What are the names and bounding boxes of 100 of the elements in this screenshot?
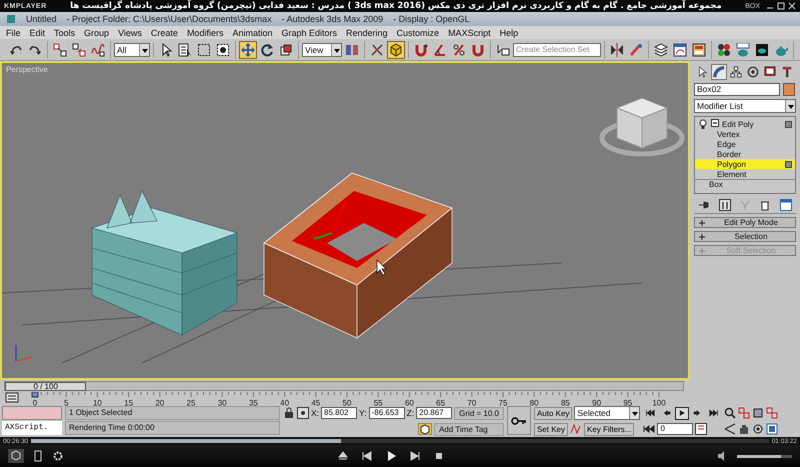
edit-selection-icon <box>496 42 510 56</box>
layers-icon <box>654 42 668 56</box>
modifier-list-dropdown[interactable]: Modifier List <box>694 99 796 113</box>
menu-item[interactable]: Graph Editors <box>281 28 338 38</box>
toolbar-dropdown[interactable]: All <box>114 42 150 56</box>
hierarchy-icon <box>730 66 742 78</box>
toggle-square-icon[interactable] <box>785 120 792 128</box>
orbit-icon <box>752 423 764 435</box>
key-filters-button[interactable]: Key Filters... <box>584 422 634 436</box>
menu-item[interactable]: MAXScript <box>448 28 491 38</box>
menu-item[interactable]: Customize <box>396 28 440 38</box>
toggle-square-icon[interactable] <box>785 160 792 168</box>
set-key-button[interactable] <box>506 406 531 435</box>
stack-item[interactable]: Box <box>695 179 795 189</box>
menu-item[interactable]: Edit <box>30 28 46 38</box>
add-time-tag[interactable]: Add Time Tag <box>434 422 504 436</box>
key-set-dropdown[interactable]: Selected <box>574 406 640 420</box>
transform-gizmo-drawing <box>314 201 348 240</box>
unlink-icon <box>72 42 86 56</box>
3d-mode-icon[interactable] <box>8 449 24 463</box>
plus-icon <box>698 218 706 226</box>
stack-item[interactable]: Edit Poly <box>695 119 795 129</box>
play-button[interactable] <box>675 406 690 420</box>
hierarchy-tab[interactable] <box>728 64 744 80</box>
sub-object-item[interactable]: Polygon <box>695 159 795 169</box>
current-frame-field[interactable]: 0 <box>657 423 694 435</box>
object-color-swatch[interactable] <box>783 83 795 96</box>
axis-label: Z: <box>406 408 414 418</box>
move-icon <box>241 42 255 56</box>
fork-icon <box>738 199 751 211</box>
rollout-header[interactable]: Edit Poly Mode <box>694 217 796 228</box>
lock-icon <box>283 407 295 419</box>
material-spheres-icon <box>717 42 731 56</box>
frame-number: 35 <box>248 398 258 406</box>
menu-item[interactable]: Create <box>150 28 178 38</box>
key-mode-icon <box>643 423 656 435</box>
seek-bar[interactable] <box>31 439 769 443</box>
menu-item[interactable]: Modifiers <box>186 28 224 38</box>
mirror-button[interactable] <box>608 40 626 58</box>
sub-object-item[interactable]: Element <box>695 169 795 179</box>
render-setup-button[interactable] <box>734 40 752 58</box>
configure-icon <box>780 199 792 211</box>
eject-icon <box>336 450 348 462</box>
document-title: Untitled <box>26 14 57 24</box>
rollout-header[interactable]: Selection <box>694 231 796 242</box>
menu-item[interactable]: Rendering <box>346 28 388 38</box>
frame-ruler[interactable]: 0 5 10 15 20 25 30 35 40 45 50 55 60 65 70 75 80 85 90 95 100 <box>0 392 800 406</box>
motion-tab[interactable] <box>745 64 761 80</box>
override-button[interactable] <box>387 40 405 58</box>
skip-start-icon <box>645 408 656 418</box>
toolbar-dropdown[interactable]: View <box>302 42 342 56</box>
bind-button[interactable] <box>89 40 107 58</box>
volume-slider[interactable] <box>737 454 792 458</box>
curve-button[interactable] <box>671 40 689 58</box>
rotate-icon <box>260 42 274 56</box>
frame-number: 10 <box>92 398 102 406</box>
maxscript-field[interactable]: AXScript. <box>2 421 62 435</box>
modify-tab[interactable] <box>711 64 727 80</box>
set-key-text-button[interactable]: Set Key <box>534 422 568 436</box>
menu-item[interactable]: Group <box>84 28 110 38</box>
cube-icon <box>389 42 403 56</box>
coordinate-field[interactable]: 20.867 <box>416 407 452 419</box>
pivot-icon <box>345 42 359 56</box>
go-start-button[interactable] <box>643 406 658 420</box>
pin-icon <box>698 199 710 211</box>
monitor-icon <box>764 66 776 78</box>
bent-tube-icon <box>713 66 725 78</box>
coordinate-field[interactable]: -86.653 <box>368 407 405 419</box>
time-slider[interactable]: 0 / 100 <box>5 382 86 390</box>
selection-set-field[interactable]: Create Selection Set <box>513 42 601 56</box>
manipulate-icon <box>370 42 384 56</box>
plus-icon <box>698 246 706 254</box>
light-bulb-icon <box>698 119 708 129</box>
frame-number: 75 <box>498 398 508 406</box>
sub-object-item[interactable]: Border <box>695 149 795 159</box>
unlink-button[interactable] <box>70 40 88 58</box>
link-button[interactable] <box>51 40 69 58</box>
display-mode: - Display : OpenGL <box>393 14 470 24</box>
menu-item[interactable]: File <box>6 28 21 38</box>
coordinate-field[interactable]: 85.802 <box>321 407 358 419</box>
sub-object-item[interactable]: Edge <box>695 139 795 149</box>
menu-item[interactable]: Help <box>500 28 518 38</box>
auto-key-button[interactable]: Auto Key <box>534 406 572 420</box>
sub-object-item[interactable]: Vertex <box>695 129 795 139</box>
time-slider-track[interactable]: 0 / 100 <box>4 381 684 391</box>
schematic-button[interactable] <box>690 40 708 58</box>
menu-item[interactable]: Views <box>118 28 142 38</box>
key-mode-curve-icon <box>570 423 582 435</box>
object-name-field[interactable]: Box02 <box>694 83 780 96</box>
menu-item[interactable]: Animation <box>232 28 272 38</box>
time-tag-icon <box>418 423 432 435</box>
move-button[interactable] <box>239 40 257 58</box>
mouse-cursor-icon <box>376 259 387 276</box>
frame-number: 85 <box>560 398 570 406</box>
layers-button[interactable] <box>652 40 670 58</box>
key-icon <box>510 414 527 426</box>
curve-editor-icon <box>673 42 687 56</box>
menu-item[interactable]: Tools <box>54 28 76 38</box>
dropdown-arrow-icon <box>786 102 794 110</box>
frame-number: 5 <box>64 398 68 406</box>
